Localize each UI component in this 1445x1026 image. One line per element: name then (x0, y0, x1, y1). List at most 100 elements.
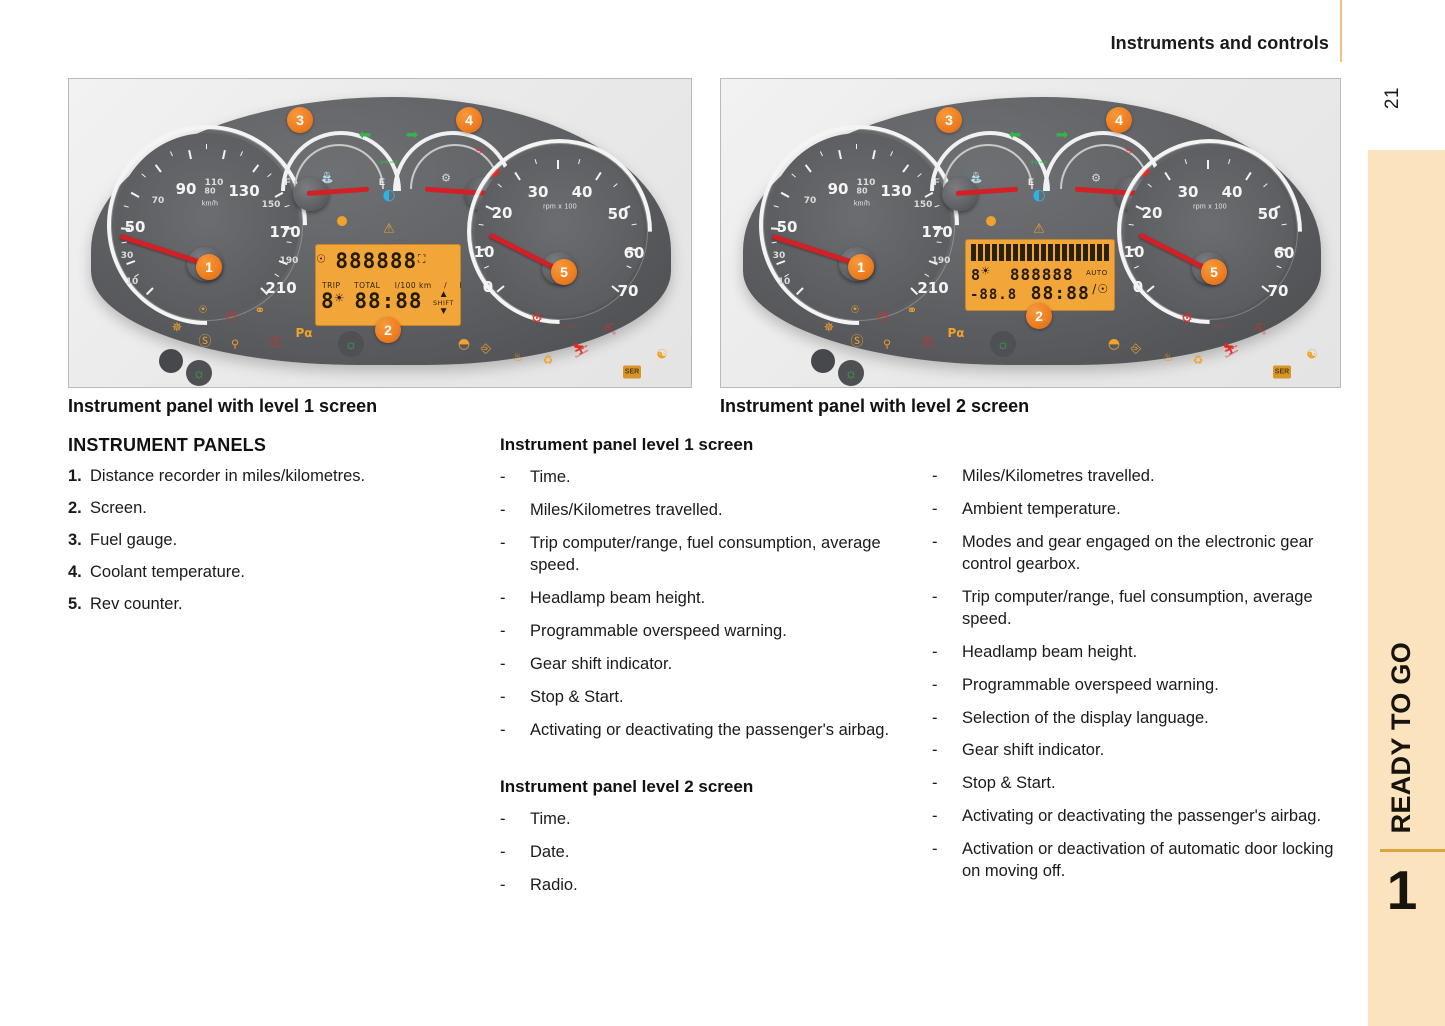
speedo-unit-kmh: km/h (201, 200, 219, 208)
item-number: 2. (68, 499, 82, 518)
list-item: - Trip computer/range, fuel consumption, … (500, 533, 915, 577)
sidelights-icon: ⇿⇾ (379, 155, 399, 169)
headlamp-washer-icon: ☯ (656, 347, 668, 363)
lcd-fuel-icon: ⛶ (417, 252, 426, 266)
item-text: Miles/Kilometres travelled. (530, 500, 723, 519)
level-1-feature-list: - Time. - Miles/Kilometres travelled. - Tri… (500, 467, 915, 741)
section-heading-level-1: Instrument panel level 1 screen (500, 435, 754, 454)
list-item: - Gear shift indicator. (932, 740, 1347, 762)
speedo-tick-210: 210 (917, 279, 949, 297)
speedo-tick-150: 150 (913, 200, 933, 210)
dash-bullet: - (932, 499, 938, 518)
speedo-tick-10: 10 (777, 277, 791, 287)
page-header-title: Instruments and controls (1110, 33, 1329, 53)
header-accent-rule (1340, 0, 1342, 62)
list-item: - Gear shift indicator. (500, 654, 915, 676)
item-text: Coolant temperature. (90, 563, 246, 582)
speedo-tick-70: 70 (151, 196, 165, 206)
dash-bullet: - (500, 654, 506, 673)
item-text: Fuel gauge. (90, 531, 178, 550)
engine-diagnostics-icon: ⛏ (1253, 322, 1267, 336)
trip-reset-button[interactable] (159, 349, 183, 373)
column-level-2-screen: - Miles/Kilometres travelled. - Ambient te… (932, 466, 1347, 894)
esp-warning-icon: Ⓢ (198, 334, 212, 350)
item-text: Ambient temperature. (962, 499, 1121, 518)
lcd-beam-icon: ☀ (980, 264, 991, 278)
passenger-airbag-icon: ⛷ (572, 343, 590, 359)
callout-5: 5 (1201, 259, 1227, 285)
item-text: Modes and gear engaged on the electronic… (962, 532, 1314, 573)
airbag-warning-icon: ⚭ (906, 303, 918, 319)
dash-bullet: - (500, 588, 506, 607)
instrument-cluster-level-1: 10 30 50 70 90 110 130 150 170 190 210 k… (65, 79, 691, 387)
figure-instrument-panel-level-1: 10 30 50 70 90 110 130 150 170 190 210 k… (65, 78, 692, 388)
item-text: Selection of the display language. (962, 708, 1209, 727)
item-text: Gear shift indicator. (962, 741, 1105, 760)
list-item: - Radio. (500, 875, 915, 897)
dial-tick (1128, 223, 1134, 226)
dial-tick (631, 223, 637, 226)
engine-diagnostics-icon: ⛏ (603, 322, 617, 336)
rev-tick-10: 10 (1123, 243, 1145, 261)
lcd-clock-value: 88:88 (1030, 283, 1090, 304)
list-item: - Stop & Start. (500, 687, 915, 709)
rev-tick-70: 70 (1267, 282, 1289, 300)
list-item: - Trip computer/range, fuel consumption, … (932, 587, 1347, 631)
item-text: Stop & Start. (962, 774, 1056, 793)
dash-bullet: - (500, 687, 506, 706)
rev-tick-70: 70 (617, 282, 639, 300)
item-text: Time. (530, 810, 571, 829)
page-number-text: 21 (1382, 86, 1403, 110)
dial-tick (557, 160, 559, 169)
trip-reset-button[interactable] (811, 349, 835, 373)
dash-bullet: - (500, 843, 506, 862)
figure-instrument-panel-level-2: 10 30 50 70 90 110 130 150 170 190 210 k… (717, 78, 1341, 388)
list-item: - Date. (500, 842, 915, 864)
dipped-beam-indicator: ◓ (1107, 336, 1121, 352)
rev-counter-unit: rpm x 100 (543, 203, 577, 211)
abs-warning-icon: ⍟ (851, 302, 859, 318)
lcd-clock-value: 88:88 (354, 289, 423, 313)
engine-oil-pressure-icon: ⚙ (531, 311, 543, 327)
rev-counter-unit: rpm x 100 (1193, 203, 1227, 211)
esp-warning-icon: Ⓢ (850, 334, 864, 350)
item-text: Distance recorder in miles/kilometres. (90, 467, 366, 485)
lcd-slash-icon: / (1092, 282, 1097, 296)
section-heading-instrument-panels: INSTRUMENT PANELS (68, 435, 267, 455)
speedo-inner-scale-80: 80 (204, 186, 216, 196)
dial-tick (283, 226, 293, 230)
dash-bullet: - (932, 774, 938, 793)
lcd-odometer-row: ☉ 888888 ⛶ (316, 249, 429, 273)
list-item: - Headlamp beam height. (932, 642, 1347, 664)
key-warning-icon: ⚲ (230, 337, 240, 351)
rev-tick-30: 30 (1177, 183, 1199, 201)
lcd-beam-icon: ☀ (333, 291, 345, 305)
item-text: Headlamp beam height. (530, 588, 706, 607)
item-number: 5. (68, 595, 82, 614)
main-beam-icon: ◐ (382, 185, 396, 204)
battery-charge-icon: ⏻ (225, 309, 237, 325)
parking-brake-icon: P⍺ (295, 326, 313, 340)
rev-tick-20: 20 (491, 204, 513, 222)
dial-tick (771, 226, 781, 230)
dash-bullet: - (500, 621, 506, 640)
service-indicator-icon[interactable]: SER (1273, 365, 1291, 379)
item-text: Date. (530, 843, 570, 862)
item-number: 1. (68, 467, 82, 485)
list-item: - Miles/Kilometres travelled. (932, 466, 1347, 488)
speedo-tick-170: 170 (269, 223, 301, 241)
list-item: - Activating or deactivating the passenge… (932, 806, 1347, 828)
speedo-tick-10: 10 (125, 277, 139, 287)
dial-tick (121, 240, 127, 243)
dash-bullet: - (500, 720, 506, 739)
chapter-rail-title-text: READY TO GO (1385, 641, 1416, 834)
seatbelt-warning-icon: ⚿ (270, 335, 282, 351)
low-fuel-warning-icon: ● (336, 213, 348, 229)
front-fog-lamp-indicator: ☼ (186, 360, 212, 386)
service-indicator-icon[interactable]: SER (623, 365, 641, 379)
shift-down-arrow-icon: ▼ (438, 306, 449, 317)
dash-bullet: - (932, 741, 938, 760)
callout-4: 4 (456, 107, 482, 133)
left-door-open-icon: ⎆ (1130, 341, 1142, 357)
dash-bullet: - (500, 876, 506, 895)
